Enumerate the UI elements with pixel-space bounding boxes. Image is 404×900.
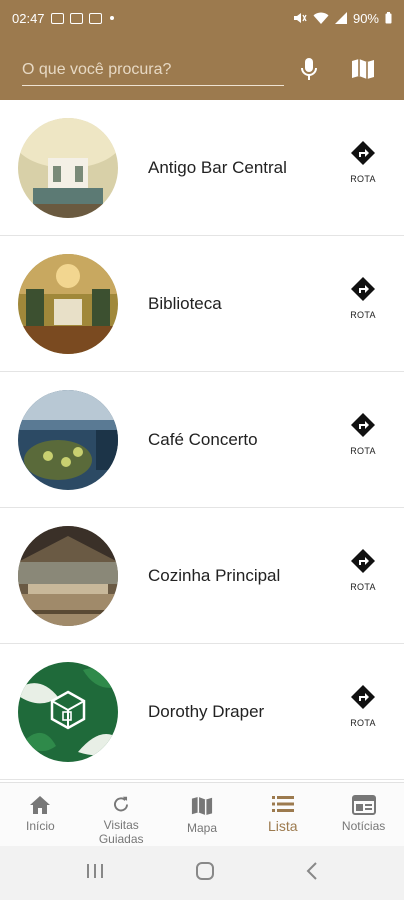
home-circle-icon [195,861,214,880]
route-button[interactable]: ROTA [338,140,388,196]
place-title: Biblioteca [148,294,222,313]
signal-icon [334,12,347,24]
route-label: ROTA [350,310,376,320]
map-icon [191,796,213,816]
route-label: ROTA [350,174,376,184]
system-navigation-bar [0,846,404,900]
gallery-notification-icon [50,12,64,24]
route-label: ROTA [350,718,376,728]
status-time: 02:47 [12,10,45,26]
mute-icon [293,13,307,23]
home-system-button[interactable] [194,860,216,887]
places-list: Antigo Bar Central ROTA Biblioteca ROTA [0,100,404,782]
place-title: Antigo Bar Central [148,158,287,177]
map-icon [352,59,374,79]
search-header [0,36,404,100]
more-notifications-icon [109,16,114,20]
battery-percent: 90% [352,10,379,26]
list-item[interactable]: Cozinha Principal ROTA [0,508,404,644]
refresh-icon [114,796,129,812]
place-title: Dorothy Draper [148,702,265,721]
nav-lista[interactable]: Lista [242,783,323,846]
route-button[interactable]: ROTA [338,412,388,468]
nav-inicio[interactable]: Início [0,783,81,846]
route-label: ROTA [350,582,376,592]
battery-icon [385,12,392,24]
youtube-notification-icon [69,12,83,24]
wifi-icon [313,12,329,24]
back-icon [306,861,318,880]
list-item[interactable]: Antigo Bar Central ROTA [0,100,404,236]
route-button[interactable]: ROTA [338,684,388,740]
home-icon [30,796,51,814]
list-item[interactable]: Dorothy Draper ROTA [0,644,404,780]
recent-apps-button[interactable] [85,862,105,885]
nav-visitas-guiadas[interactable]: Visitas Guiadas [81,783,162,846]
route-label: ROTA [350,446,376,456]
map-view-button[interactable] [346,52,380,86]
route-button[interactable]: ROTA [338,276,388,332]
microphone-icon [301,58,317,80]
news-icon [351,795,376,815]
place-thumbnail [18,662,118,762]
nav-mapa[interactable]: Mapa [162,783,243,846]
list-item[interactable]: Café Concerto ROTA [0,372,404,508]
route-button[interactable]: ROTA [338,548,388,604]
nav-noticias[interactable]: Notícias [323,783,404,846]
directions-icon [351,277,375,301]
place-thumbnail [18,118,118,218]
nav-label: Lista [268,818,298,834]
back-system-button[interactable] [305,861,319,886]
list-item[interactable]: Biblioteca ROTA [0,236,404,372]
place-thumbnail [18,254,118,354]
nav-label: Mapa [186,821,217,835]
search-input[interactable] [22,54,284,86]
place-title: Café Concerto [148,430,258,449]
nav-label: Notícias [341,819,386,833]
directions-icon [351,549,375,573]
place-thumbnail [18,390,118,490]
directions-icon [351,413,375,437]
place-title: Cozinha Principal [148,566,281,585]
list-icon [271,796,294,812]
status-bar: 02:47 90% [0,0,404,36]
directions-icon [351,141,375,165]
place-thumbnail [18,526,118,626]
nav-label: Visitas Guiadas [98,818,144,846]
directions-icon [351,685,375,709]
bottom-navigation: Início Visitas Guiadas Mapa Lista Notíci… [0,782,404,846]
recent-apps-icon [86,863,103,878]
youtube-notification-icon-2 [88,12,102,24]
nav-label: Início [26,819,55,833]
voice-search-button[interactable] [292,52,326,86]
